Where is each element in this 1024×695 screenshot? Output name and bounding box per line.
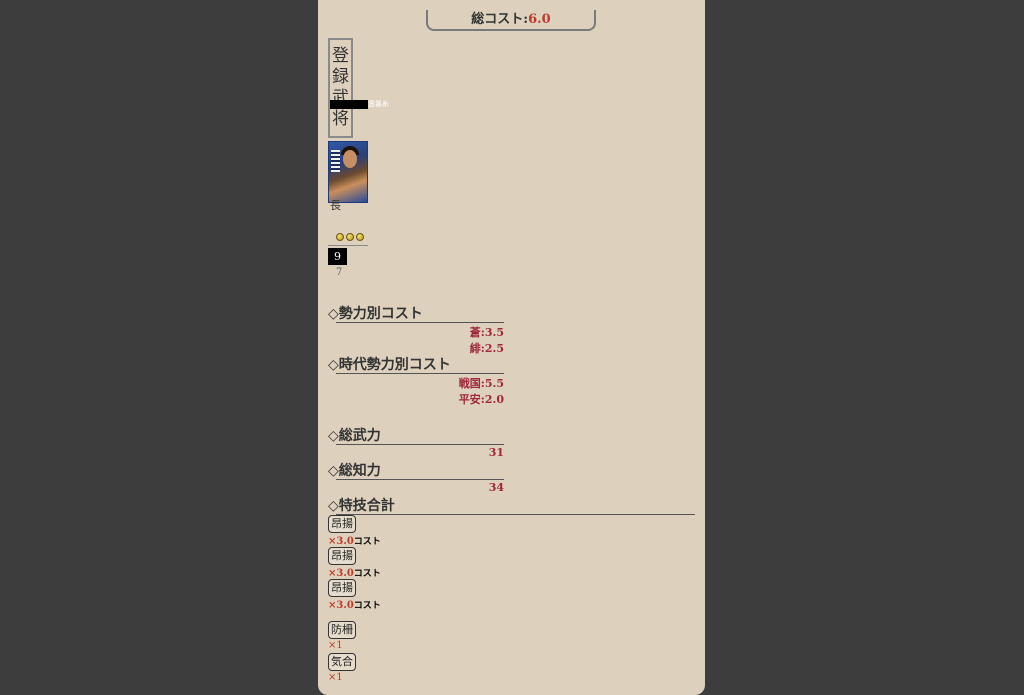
card-sub-number: 7 xyxy=(336,267,343,278)
divider xyxy=(336,322,504,323)
stat-label: 緋: xyxy=(469,342,485,355)
skill-button[interactable]: 昂揚 xyxy=(328,515,356,533)
total-cost-value: 6.0 xyxy=(528,12,551,27)
name-tag xyxy=(330,100,368,109)
stat-value: 3.5 xyxy=(484,326,504,339)
reg-char: 登 xyxy=(332,46,349,66)
skill-button[interactable]: 防柵 xyxy=(328,621,356,639)
stat-value: 5.5 xyxy=(484,377,504,390)
card-number: 9 xyxy=(328,248,347,265)
divider xyxy=(336,514,695,515)
faction-cost-row: 緋:2.5 xyxy=(470,340,504,356)
stat-value: 2.5 xyxy=(484,342,504,355)
reg-char: 将 xyxy=(332,109,349,129)
skill-mult-value: ×1 xyxy=(328,640,343,651)
faction-cost-title: ◇勢力別コスト xyxy=(328,306,423,322)
stat-label: 平安: xyxy=(458,393,485,406)
total-intel-title: ◇総知力 xyxy=(328,463,381,479)
skill-button[interactable]: 昂揚 xyxy=(328,547,356,565)
rank-dots xyxy=(336,233,366,241)
skill-button[interactable]: 昂揚 xyxy=(328,579,356,597)
skill-mult-value: ×1 xyxy=(328,672,343,683)
divider xyxy=(336,444,504,445)
reg-char: 録 xyxy=(332,67,349,87)
skill-multiplier: ×3.0コスト xyxy=(328,566,381,579)
divider xyxy=(336,479,504,480)
skill-multiplier: ×1 xyxy=(328,672,343,683)
name-tag-text: 霊暴糸 xyxy=(368,100,389,108)
era-cost-row: 戦国:5.5 xyxy=(459,375,504,391)
total-force-value: 31 xyxy=(488,446,504,459)
total-cost-label: 総コスト: xyxy=(471,12,529,27)
total-cost-box: 総コスト:6.0 xyxy=(426,10,596,31)
stat-label: 蒼: xyxy=(469,326,485,339)
stat-value: 2.0 xyxy=(484,393,504,406)
era-cost-row: 平安:2.0 xyxy=(459,391,504,407)
rank-dot-icon xyxy=(336,233,344,241)
era-cost-title: ◇時代勢力別コスト xyxy=(328,357,451,373)
card-label: 長 xyxy=(330,199,341,212)
skill-mult-unit: コスト xyxy=(353,569,381,579)
portrait-face xyxy=(343,150,357,168)
skill-multiplier: ×3.0コスト xyxy=(328,598,381,611)
divider xyxy=(328,245,368,246)
skills-title: ◇特技合計 xyxy=(328,498,395,514)
total-intel-value: 34 xyxy=(488,481,504,494)
card-banner-icon xyxy=(331,150,340,172)
skill-mult-value: ×3.0 xyxy=(328,600,354,611)
skill-multiplier: ×1 xyxy=(328,640,343,651)
skill-mult-value: ×3.0 xyxy=(328,536,354,547)
rank-dot-icon xyxy=(346,233,354,241)
registered-generals-label: 登 録 武 将 xyxy=(328,38,353,138)
divider xyxy=(336,373,504,374)
skill-multiplier: ×3.0コスト xyxy=(328,534,381,547)
skill-mult-unit: コスト xyxy=(353,601,381,611)
total-force-title: ◇総武力 xyxy=(328,428,381,444)
deck-summary-panel: 総コスト:6.0 登 録 武 将 霊暴糸 長 9 7 ◇勢力別コスト 蒼:3.5… xyxy=(318,0,705,695)
rank-dot-icon xyxy=(356,233,364,241)
general-card-image[interactable] xyxy=(328,141,368,203)
stat-label: 戦国: xyxy=(458,377,485,390)
skill-mult-value: ×3.0 xyxy=(328,568,354,579)
skill-mult-unit: コスト xyxy=(353,537,381,547)
skill-button[interactable]: 気合 xyxy=(328,653,356,671)
faction-cost-row: 蒼:3.5 xyxy=(470,324,504,340)
